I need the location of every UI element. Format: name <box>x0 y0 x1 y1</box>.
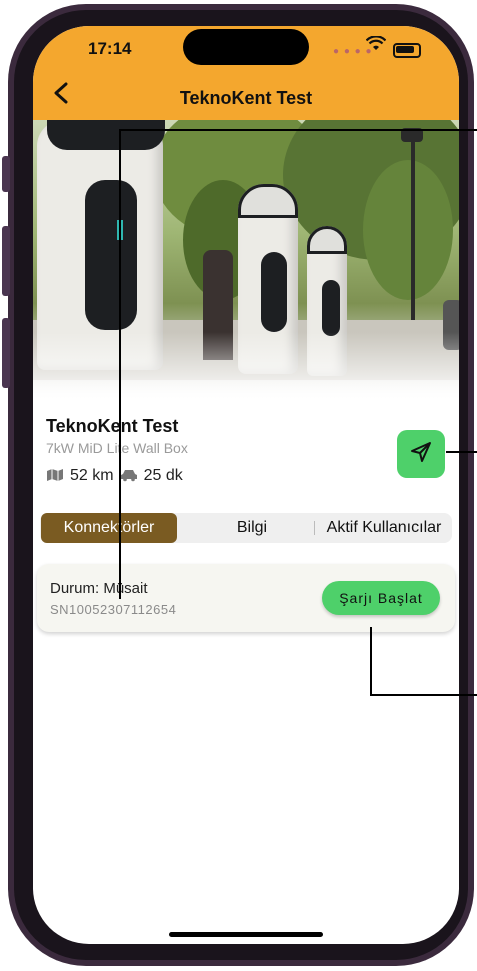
connector-card: Durum: Müsait SN10052307112654 Şarjı Baş… <box>37 564 455 632</box>
tab-konnektorler[interactable]: Konnektörler <box>41 513 177 543</box>
volume-down-button <box>2 318 10 388</box>
volume-up-button <box>2 226 10 296</box>
home-indicator <box>169 932 323 937</box>
mute-switch <box>2 156 10 192</box>
screen: 17:14 ● ● ● ● TeknoKent Test TeknoKent T… <box>33 26 459 944</box>
page-title: TeknoKent Test <box>179 88 313 108</box>
annotation-line <box>119 129 477 131</box>
annotation-line <box>119 129 121 599</box>
dynamic-island <box>183 29 309 65</box>
station-name: TeknoKent Test <box>46 416 179 436</box>
tab-bar: Konnektörler Bilgi Aktif Kullanıcılar <box>40 513 452 543</box>
wifi-icon <box>365 35 387 56</box>
map-icon <box>46 468 64 485</box>
annotation-line <box>370 627 372 695</box>
tab-separator <box>314 521 315 535</box>
station-meta: 52 km 25 dk <box>46 467 183 485</box>
start-charging-button[interactable]: Şarjı Başlat <box>322 581 440 615</box>
distance-text: 52 km <box>70 467 114 484</box>
connector-serial: SN10052307112654 <box>50 602 177 617</box>
tab-aktif-kullanicilar[interactable]: Aktif Kullanıcılar <box>316 513 452 543</box>
station-photo <box>33 120 459 402</box>
send-icon <box>409 440 433 469</box>
annotation-line <box>446 451 477 453</box>
car-icon <box>120 468 138 485</box>
app-header: 17:14 ● ● ● ● TeknoKent Test <box>33 26 459 120</box>
annotation-line <box>370 694 477 696</box>
battery-icon <box>393 43 421 58</box>
connector-status: Durum: Müsait <box>50 580 148 597</box>
duration-text: 25 dk <box>143 467 183 484</box>
tab-bilgi[interactable]: Bilgi <box>190 513 314 543</box>
station-model: 7kW MiD Lite Wall Box <box>46 440 188 456</box>
navigate-button[interactable] <box>397 430 445 478</box>
status-time: 17:14 <box>88 39 132 58</box>
